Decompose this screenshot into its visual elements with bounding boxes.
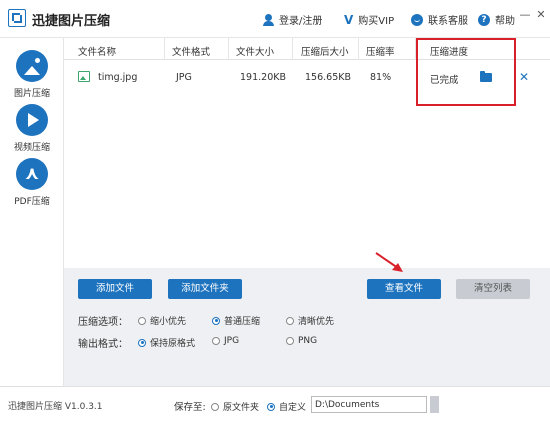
app-logo-icon — [8, 9, 26, 27]
service-icon — [411, 13, 423, 26]
radio-label: 保持原格式 — [150, 339, 196, 349]
play-icon — [16, 104, 48, 136]
app-title: 迅捷图片压缩 — [32, 14, 111, 29]
title-bar: 迅捷图片压缩 登录/注册 V 购买VIP 联系客服 ? 帮助 — ✕ — [0, 0, 550, 38]
user-icon — [263, 13, 274, 26]
radio-dot — [138, 316, 146, 325]
close-window-button[interactable]: ✕ — [534, 8, 548, 22]
radio-compress-normal[interactable]: 普通压缩 — [212, 314, 260, 327]
login-link[interactable]: 登录/注册 — [263, 12, 322, 27]
radio-compress-clear[interactable]: 清晰优先 — [286, 314, 334, 327]
vip-icon: V — [344, 12, 354, 27]
remove-row-icon[interactable]: ✕ — [519, 70, 529, 84]
radio-dot-selected — [267, 402, 275, 411]
sidebar: 图片压缩 视频压缩 ⋏ PDF压缩 — [0, 38, 64, 386]
radio-label: PNG — [298, 336, 318, 346]
browse-path-button[interactable] — [430, 396, 439, 413]
header-file-size: 文件大小 — [236, 47, 275, 58]
radio-dot-selected — [138, 338, 146, 347]
help-label: 帮助 — [495, 16, 515, 27]
image-file-icon — [78, 71, 90, 82]
radio-save-original-folder[interactable]: 原文件夹 — [211, 400, 259, 413]
pdf-icon: ⋏ — [16, 158, 48, 190]
output-format-label: 输出格式： — [78, 339, 128, 350]
sidebar-item-label: 图片压缩 — [13, 89, 50, 99]
add-folder-button[interactable]: 添加文件夹 — [168, 279, 242, 299]
radio-format-jpg[interactable]: JPG — [212, 336, 239, 346]
options-panel: 添加文件 添加文件夹 查看文件 清空列表 压缩选项： 缩小优先 普通压缩 清晰优… — [64, 268, 550, 386]
help-icon: ? — [478, 13, 490, 26]
cell-file-size: 191.20KB — [240, 72, 286, 83]
vip-label: 购买VIP — [358, 16, 395, 27]
radio-save-custom[interactable]: 自定义 — [267, 400, 306, 413]
service-label: 联系客服 — [428, 16, 468, 27]
image-icon — [16, 50, 48, 82]
radio-format-png[interactable]: PNG — [286, 336, 317, 346]
cell-file-name: timg.jpg — [98, 72, 138, 83]
view-file-button[interactable]: 查看文件 — [367, 279, 441, 299]
radio-label: JPG — [224, 336, 240, 346]
radio-label: 自定义 — [279, 403, 307, 413]
minimize-button[interactable]: — — [518, 8, 532, 22]
compress-option-label: 压缩选项： — [78, 317, 128, 328]
sidebar-item-pdf-compress[interactable]: ⋏ PDF压缩 — [0, 158, 64, 207]
header-compressed-size: 压缩后大小 — [301, 47, 349, 58]
help-link[interactable]: ? 帮助 — [478, 12, 515, 27]
login-label: 登录/注册 — [279, 16, 323, 27]
header-file-format: 文件格式 — [172, 47, 211, 58]
radio-compress-smaller[interactable]: 缩小优先 — [138, 314, 186, 327]
sidebar-item-label: 视频压缩 — [13, 143, 50, 153]
sidebar-item-label: PDF压缩 — [14, 197, 50, 207]
save-path-input[interactable] — [311, 396, 427, 413]
cell-compressed-size: 156.65KB — [305, 72, 351, 83]
radio-dot-selected — [212, 316, 220, 325]
file-table: 文件名称 文件格式 文件大小 压缩后大小 压缩率 压缩进度 timg.jpg J… — [64, 38, 550, 268]
red-arrow-annotation — [375, 252, 403, 272]
radio-label: 普通压缩 — [224, 317, 261, 327]
radio-dot — [286, 337, 294, 345]
clear-list-button[interactable]: 清空列表 — [456, 279, 530, 299]
cell-ratio: 81% — [370, 72, 392, 83]
radio-label: 清晰优先 — [298, 317, 335, 327]
radio-format-original[interactable]: 保持原格式 — [138, 336, 195, 349]
add-file-button[interactable]: 添加文件 — [78, 279, 152, 299]
progress-highlight-box — [416, 38, 516, 106]
radio-dot — [211, 402, 219, 411]
contact-service-link[interactable]: 联系客服 — [411, 12, 468, 27]
sidebar-item-image-compress[interactable]: 图片压缩 — [0, 50, 64, 99]
radio-label: 原文件夹 — [223, 403, 260, 413]
sidebar-item-video-compress[interactable]: 视频压缩 — [0, 104, 64, 153]
save-to-label: 保存至: — [174, 402, 206, 413]
header-file-name: 文件名称 — [78, 47, 117, 58]
header-ratio: 压缩率 — [366, 47, 395, 58]
radio-label: 缩小优先 — [150, 317, 187, 327]
cell-file-format: JPG — [176, 72, 192, 83]
status-bar: 迅捷图片压缩 V1.0.3.1 保存至: 原文件夹 自定义 — [0, 386, 550, 421]
radio-dot — [286, 316, 294, 325]
version-text: 迅捷图片压缩 V1.0.3.1 — [8, 402, 103, 412]
buy-vip-link[interactable]: V 购买VIP — [344, 12, 395, 28]
radio-dot — [212, 337, 220, 345]
